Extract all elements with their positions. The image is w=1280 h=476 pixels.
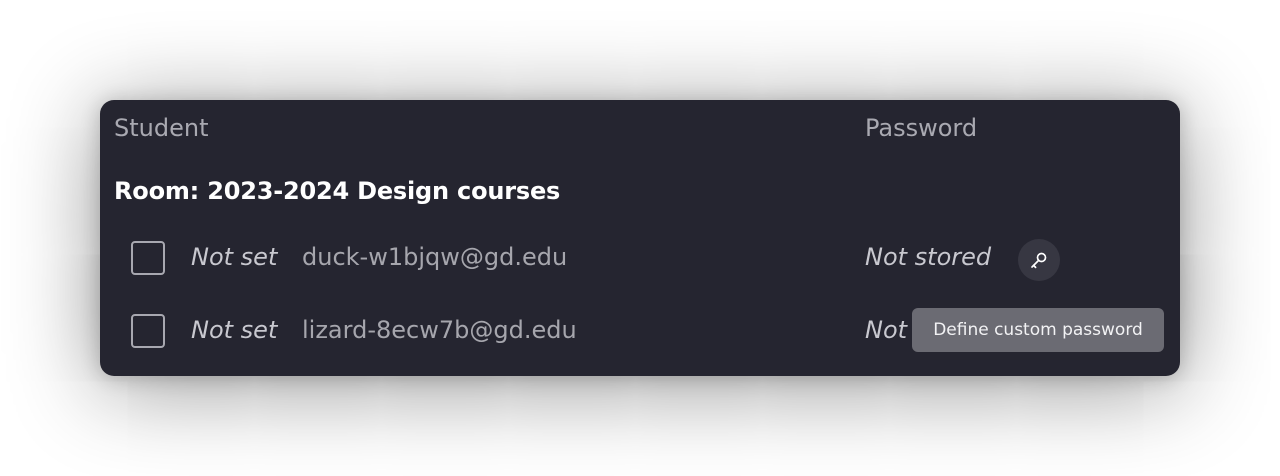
student-name: Not set [191,316,278,344]
tooltip: Define custom password [912,308,1164,352]
column-header-student: Student [114,114,209,142]
table-row: Not set duck-w1bjqw@gd.edu Not stored [100,230,1180,290]
student-password-panel: Student Password Room: 2023-2024 Design … [100,100,1180,376]
key-icon [1031,252,1047,269]
password-status: Not stored [865,243,992,271]
student-email: lizard-8ecw7b@gd.edu [302,316,577,344]
room-title: Room: 2023-2024 Design courses [114,177,561,205]
define-password-button[interactable] [1018,239,1060,281]
select-student-checkbox[interactable] [131,241,165,275]
select-student-checkbox[interactable] [131,314,165,348]
student-name: Not set [191,243,278,271]
column-header-password: Password [865,114,978,142]
student-email: duck-w1bjqw@gd.edu [302,243,568,271]
